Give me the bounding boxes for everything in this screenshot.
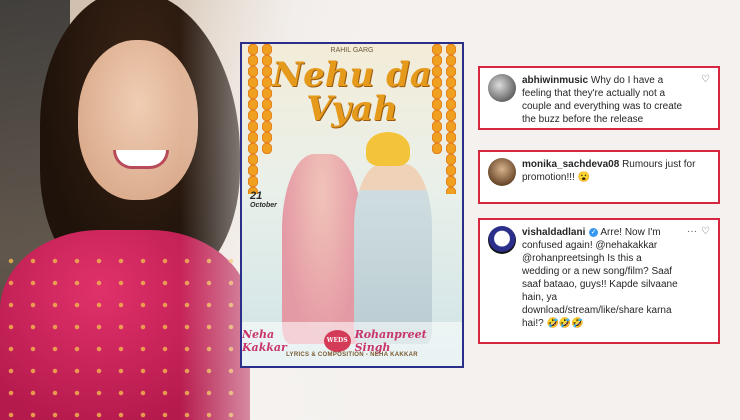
poster-name-right: Rohanpreet Singh xyxy=(354,328,427,354)
comment-username[interactable]: monika_sachdeva08 xyxy=(522,159,619,170)
comment-text: vishaldadlani ✓ Arre! Now I'm confused a… xyxy=(522,226,681,338)
avatar[interactable] xyxy=(488,158,516,186)
poster-names: Neha Kakkar WEDS Rohanpreet Singh xyxy=(242,328,462,354)
poster-title: Nehu da Vyah xyxy=(242,58,462,126)
song-poster: RAHIL GARG Nehu da Vyah 21 October Neha … xyxy=(240,42,464,368)
avatar[interactable] xyxy=(488,74,516,102)
comment-text: abhiwinmusic Why do I have a feeling tha… xyxy=(522,74,695,124)
avatar[interactable] xyxy=(488,226,516,254)
comment-username[interactable]: abhiwinmusic xyxy=(522,75,588,86)
more-icon[interactable]: ··· xyxy=(687,226,697,237)
poster-title-line1: Nehu da xyxy=(272,55,432,95)
poster-name-left: Neha Kakkar xyxy=(242,328,287,354)
comment-text: monika_sachdeva08 Rumours just for promo… xyxy=(522,158,710,198)
poster-date: 21 October xyxy=(250,190,277,209)
heart-icon[interactable]: ♡ xyxy=(701,226,710,238)
bride-figure xyxy=(282,154,362,344)
groom-figure xyxy=(354,164,432,344)
comment-card: monika_sachdeva08 Rumours just for promo… xyxy=(478,150,720,204)
comment-card: vishaldadlani ✓ Arre! Now I'm confused a… xyxy=(478,218,720,344)
comment-card: abhiwinmusic Why do I have a feeling tha… xyxy=(478,66,720,130)
poster-title-line2: Vyah xyxy=(306,89,398,129)
comment-username[interactable]: vishaldadlani xyxy=(522,227,585,238)
poster-date-day: 21 xyxy=(250,190,263,202)
poster-date-month: October xyxy=(250,202,277,209)
verified-badge-icon: ✓ xyxy=(589,227,599,237)
comment-body: Arre! Now I'm confused again! @nehakakka… xyxy=(522,227,678,329)
poster-credit-top: RAHIL GARG xyxy=(330,47,374,54)
heart-icon[interactable]: ♡ xyxy=(701,74,710,86)
poster-credit-bottom: LYRICS & COMPOSITION - NEHA KAKKAR xyxy=(286,352,418,358)
weds-logo: WEDS xyxy=(323,330,351,352)
turban xyxy=(366,132,410,166)
